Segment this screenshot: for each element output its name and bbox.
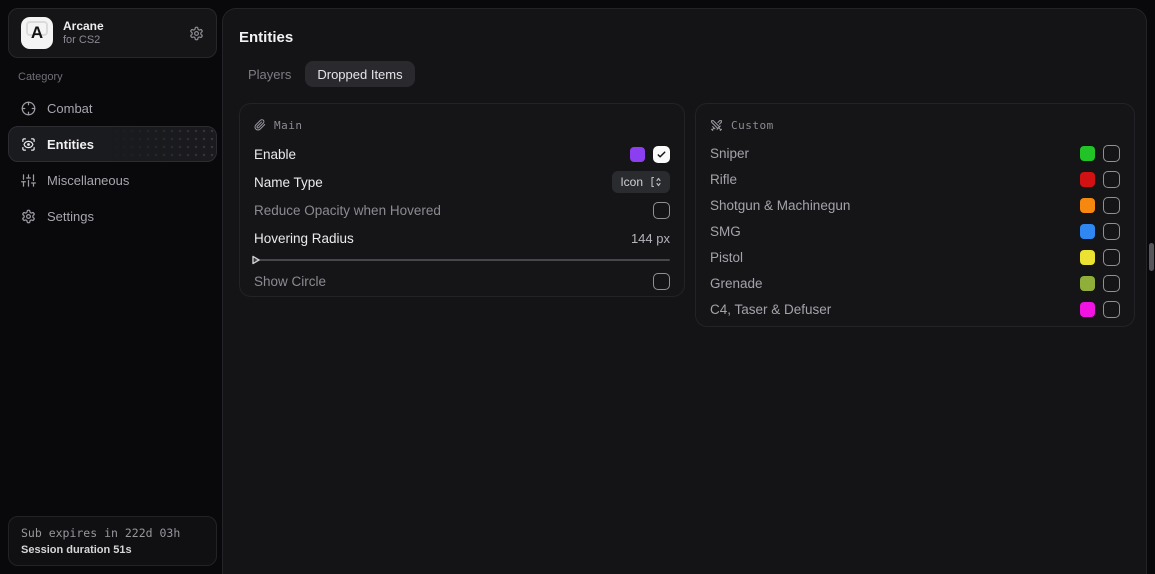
sidebar-item-label: Combat bbox=[47, 101, 93, 116]
hovering-radius-slider bbox=[254, 252, 670, 268]
weapon-label: Pistol bbox=[710, 250, 743, 265]
weapon-row-rifle: Rifle bbox=[710, 166, 1120, 192]
weapon-label: Sniper bbox=[710, 146, 749, 161]
shotgun-machinegun-checkbox[interactable] bbox=[1103, 197, 1120, 214]
main-panel: Main Enable Name Type Icon bbox=[239, 103, 685, 297]
weapon-row-grenade: Grenade bbox=[710, 270, 1120, 296]
tab-players[interactable]: Players bbox=[236, 61, 303, 87]
weapon-label: SMG bbox=[710, 224, 741, 239]
custom-panel-header: Custom bbox=[710, 116, 1120, 134]
session-duration-text: Session duration 51s bbox=[21, 544, 204, 556]
setting-label: Reduce Opacity when Hovered bbox=[254, 203, 441, 218]
setting-row-hovering-radius: Hovering Radius 144 px bbox=[254, 224, 670, 252]
tab-bar: Players Dropped Items bbox=[236, 61, 415, 87]
paperclip-icon bbox=[254, 119, 266, 131]
app-logo: A bbox=[21, 17, 53, 49]
sidebar-item-label: Entities bbox=[47, 137, 94, 152]
category-nav: Combat Entities Miscellaneous Settings bbox=[8, 90, 217, 234]
scrollbar-thumb[interactable] bbox=[1149, 243, 1154, 271]
weapon-row-sniper: Sniper bbox=[710, 140, 1120, 166]
weapon-row-shotgun-machinegun: Shotgun & Machinegun bbox=[710, 192, 1120, 218]
c4-taser-defuser-checkbox[interactable] bbox=[1103, 301, 1120, 318]
logo-text: Arcane for CS2 bbox=[63, 19, 104, 48]
pistol-checkbox[interactable] bbox=[1103, 249, 1120, 266]
sidebar-item-miscellaneous[interactable]: Miscellaneous bbox=[8, 162, 217, 198]
rifle-checkbox[interactable] bbox=[1103, 171, 1120, 188]
sidebar-item-label: Settings bbox=[47, 209, 94, 224]
sidebar-item-entities[interactable]: Entities bbox=[8, 126, 217, 162]
sub-expires-text: Sub expires in 222d 03h bbox=[21, 526, 204, 540]
custom-panel-title: Custom bbox=[731, 119, 774, 132]
slider-thumb[interactable] bbox=[251, 255, 261, 265]
page-title: Entities bbox=[239, 29, 293, 46]
smg-checkbox[interactable] bbox=[1103, 223, 1120, 240]
sidebar-item-label: Miscellaneous bbox=[47, 173, 129, 188]
weapon-label: Rifle bbox=[710, 172, 737, 187]
name-type-value: Icon bbox=[620, 175, 643, 189]
name-type-select[interactable]: Icon bbox=[612, 171, 670, 193]
main-content: Entities Players Dropped Items Main Enab… bbox=[222, 8, 1147, 574]
sidebar: A Arcane for CS2 Category Combat Entitie… bbox=[0, 0, 222, 574]
app-window: { "sidebar": { "logo": { "letter": "A", … bbox=[0, 0, 1155, 574]
setting-label: Name Type bbox=[254, 175, 323, 190]
logo-card: A Arcane for CS2 bbox=[8, 8, 217, 58]
color-swatch[interactable] bbox=[1080, 276, 1095, 291]
setting-label: Enable bbox=[254, 147, 296, 162]
color-swatch[interactable] bbox=[1080, 146, 1095, 161]
custom-panel: Custom Sniper Rifle Shotgun & Machinegun bbox=[695, 103, 1135, 327]
color-swatch[interactable] bbox=[1080, 302, 1095, 317]
slider-track[interactable] bbox=[254, 259, 670, 261]
category-label: Category bbox=[18, 71, 63, 83]
sidebar-item-settings[interactable]: Settings bbox=[8, 198, 217, 234]
setting-label: Hovering Radius bbox=[254, 231, 354, 246]
setting-row-name-type: Name Type Icon bbox=[254, 168, 670, 196]
setting-row-show-circle: Show Circle bbox=[254, 268, 670, 294]
color-swatch[interactable] bbox=[1080, 198, 1095, 213]
weapon-label: Grenade bbox=[710, 276, 763, 291]
color-swatch[interactable] bbox=[1080, 224, 1095, 239]
hovering-radius-value: 144 px bbox=[631, 231, 670, 246]
grenade-checkbox[interactable] bbox=[1103, 275, 1120, 292]
unfold-vertical-icon bbox=[650, 176, 662, 188]
app-subtitle: for CS2 bbox=[63, 33, 104, 47]
swords-icon bbox=[710, 119, 723, 132]
color-swatch[interactable] bbox=[1080, 250, 1095, 265]
weapon-label: C4, Taser & Defuser bbox=[710, 302, 831, 317]
weapon-label: Shotgun & Machinegun bbox=[710, 198, 850, 213]
main-panel-title: Main bbox=[274, 119, 303, 132]
color-swatch[interactable] bbox=[630, 147, 645, 162]
sliders-icon bbox=[21, 173, 36, 188]
setting-row-reduce-opacity: Reduce Opacity when Hovered bbox=[254, 196, 670, 224]
sniper-checkbox[interactable] bbox=[1103, 145, 1120, 162]
color-swatch[interactable] bbox=[1080, 172, 1095, 187]
sidebar-item-combat[interactable]: Combat bbox=[8, 90, 217, 126]
setting-label: Show Circle bbox=[254, 274, 326, 289]
reduce-opacity-checkbox[interactable] bbox=[653, 202, 670, 219]
gear-icon bbox=[21, 209, 36, 224]
weapon-row-pistol: Pistol bbox=[710, 244, 1120, 270]
weapon-row-smg: SMG bbox=[710, 218, 1120, 244]
subscription-card: Sub expires in 222d 03h Session duration… bbox=[8, 516, 217, 566]
main-panel-header: Main bbox=[254, 116, 670, 134]
gear-icon[interactable] bbox=[189, 26, 204, 41]
scan-eye-icon bbox=[21, 137, 36, 152]
setting-row-enable: Enable bbox=[254, 140, 670, 168]
show-circle-checkbox[interactable] bbox=[653, 273, 670, 290]
tab-dropped-items[interactable]: Dropped Items bbox=[305, 61, 414, 87]
weapon-row-c4-taser-defuser: C4, Taser & Defuser bbox=[710, 296, 1120, 322]
crosshair-icon bbox=[21, 101, 36, 116]
app-title: Arcane bbox=[63, 19, 104, 33]
enable-checkbox[interactable] bbox=[653, 146, 670, 163]
